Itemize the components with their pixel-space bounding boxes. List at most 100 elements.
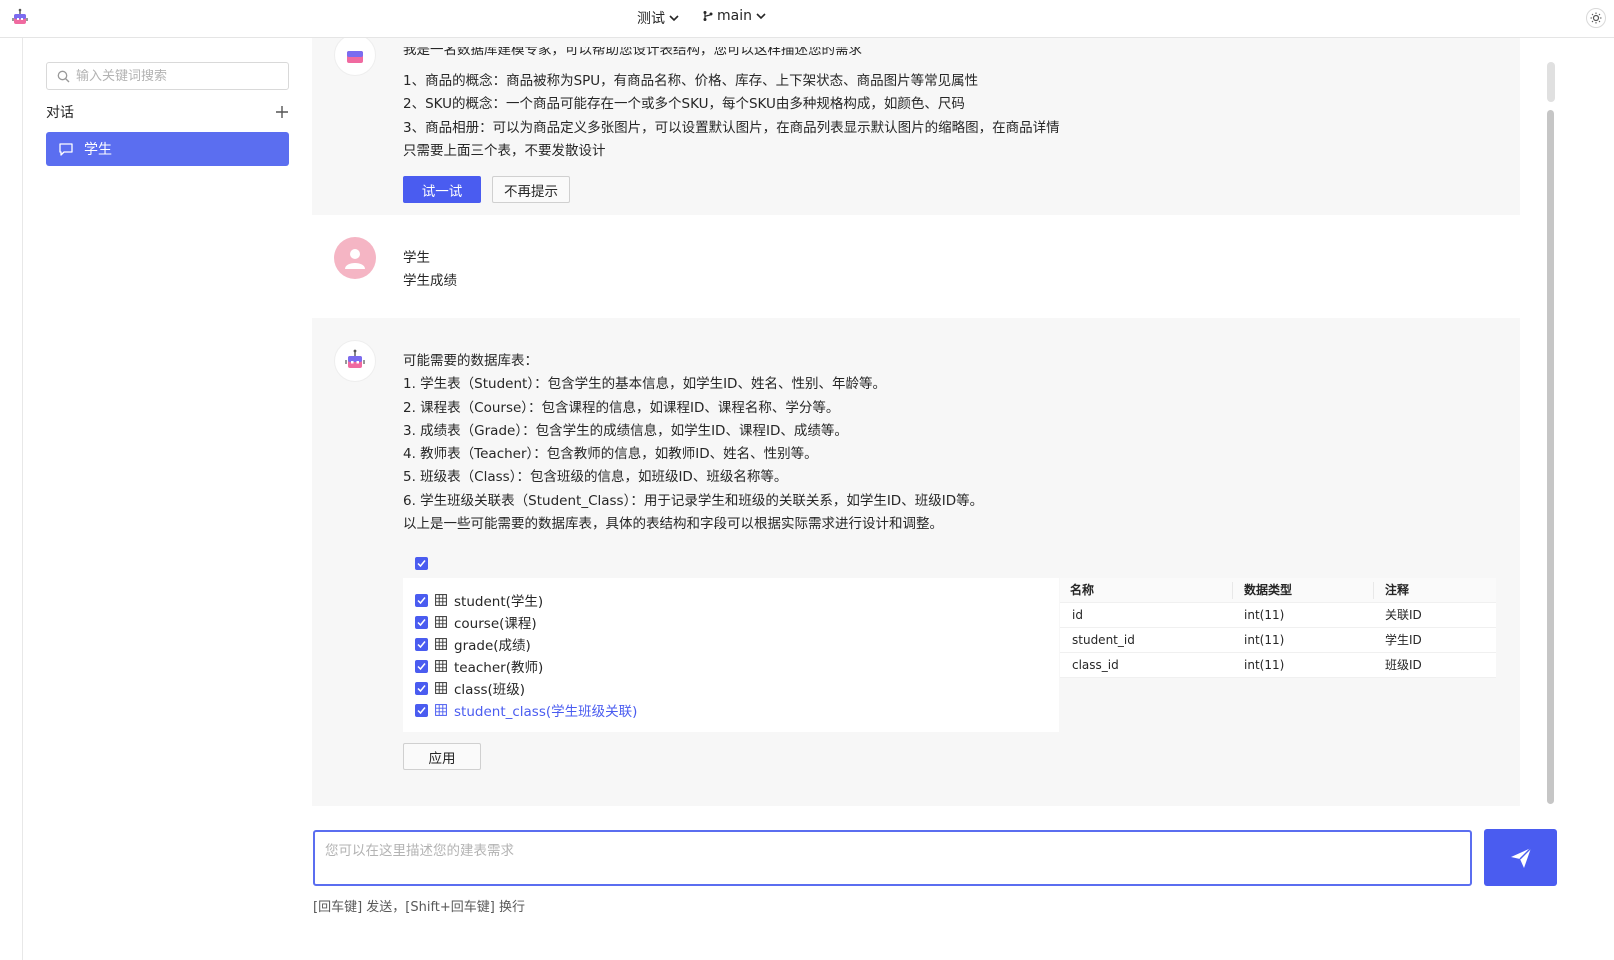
tree-item-label: course(课程) xyxy=(454,616,537,632)
tree-item-label: teacher(教师) xyxy=(454,660,544,676)
table-icon xyxy=(435,682,447,694)
try-button[interactable]: 试一试 xyxy=(403,176,481,203)
bot-intro-line: 只需要上面三个表，不要发散设计 xyxy=(403,142,606,159)
bot-avatar xyxy=(334,340,376,382)
bot-intro-line: 3、商品相册：可以为商品定义多张图片，可以设置默认图片，在商品列表显示默认图片的… xyxy=(403,119,1060,136)
check-icon xyxy=(417,618,426,626)
tree-item-grade[interactable]: grade(成绩) xyxy=(415,634,531,654)
column-header: 注释 xyxy=(1385,583,1410,597)
bot-avatar xyxy=(334,38,376,76)
bot-reply-line: 4. 教师表（Teacher）：包含教师的信息，如教师ID、姓名、性别等。 xyxy=(403,446,818,463)
table-cell: 班级ID xyxy=(1385,658,1422,672)
table-cell: id xyxy=(1072,608,1083,622)
bot-reply-line: 2. 课程表（Course）：包含课程的信息，如课程ID、课程名称、学分等。 xyxy=(403,399,840,416)
send-button[interactable] xyxy=(1484,829,1557,886)
bot-intro-line: 2、SKU的概念：一个商品可能存在一个或多个SKU，每个SKU由多种规格构成，如… xyxy=(403,96,965,113)
select-all-checkbox[interactable] xyxy=(415,557,428,570)
robot-logo-icon[interactable] xyxy=(10,8,30,28)
table-icon xyxy=(435,704,447,716)
search-icon xyxy=(57,70,70,82)
chat-scrollbar[interactable] xyxy=(1547,110,1554,804)
column-header: 名称 xyxy=(1070,583,1095,597)
top-bar: 测试 main xyxy=(0,0,1614,38)
robot-icon xyxy=(345,349,365,368)
tree-item-student-class[interactable]: student_class(学生班级关联) xyxy=(415,700,637,720)
row-divider xyxy=(1060,677,1496,678)
check-icon xyxy=(417,560,426,568)
table-icon xyxy=(435,638,447,650)
project-selector[interactable]: 测试 xyxy=(637,8,680,28)
tree-item-label: class(班级) xyxy=(454,682,526,698)
chevron-down-icon xyxy=(669,15,679,22)
theme-toggle-button[interactable] xyxy=(1586,8,1606,28)
table-checkbox[interactable] xyxy=(415,593,428,607)
table-checkbox[interactable] xyxy=(415,615,428,629)
branch-label: main xyxy=(717,8,752,24)
table-cell: int(11) xyxy=(1244,658,1285,672)
check-icon xyxy=(417,706,426,714)
bot-intro-text: 我是一名数据库建模专家，可以帮助您设计表结构，您可以这样描述您的需求 1、商品的… xyxy=(403,47,1060,163)
tree-item-student[interactable]: student(学生) xyxy=(415,590,543,610)
sidebar-divider xyxy=(22,38,23,960)
keyboard-hint: [回车键] 发送，[Shift+回车键] 换行 xyxy=(313,900,525,915)
bot-reply-line: 3. 成绩表（Grade）：包含学生的成绩信息，如学生ID、课程ID、成绩等。 xyxy=(403,422,848,439)
user-icon xyxy=(345,249,365,269)
table-cell: class_id xyxy=(1072,658,1119,672)
check-icon xyxy=(417,596,426,604)
message-input-box[interactable] xyxy=(313,830,1472,886)
tree-item-course[interactable]: course(课程) xyxy=(415,612,537,632)
add-conversation-button[interactable] xyxy=(275,102,289,122)
search-input[interactable] xyxy=(76,68,276,84)
user-message-line: 学生成绩 xyxy=(403,273,457,290)
tree-item-teacher[interactable]: teacher(教师) xyxy=(415,656,543,676)
user-message-text: 学生 学生成绩 xyxy=(403,247,457,294)
bot-reply-message: 可能需要的数据库表： 1. 学生表（Student）：包含学生的基本信息，如学生… xyxy=(312,318,1520,806)
project-label: 测试 xyxy=(637,11,665,27)
check-icon xyxy=(417,684,426,692)
bot-reply-text: 可能需要的数据库表： 1. 学生表（Student）：包含学生的基本信息，如学生… xyxy=(403,350,983,536)
chat-bubble-icon xyxy=(59,142,73,156)
bot-intro-message: 我是一名数据库建模专家，可以帮助您设计表结构，您可以这样描述您的需求 1、商品的… xyxy=(312,38,1520,215)
check-icon xyxy=(417,662,426,670)
robot-icon xyxy=(347,51,363,63)
check-icon xyxy=(417,640,426,648)
table-checkbox[interactable] xyxy=(415,681,428,695)
bot-intro-line: 1、商品的概念：商品被称为SPU，有商品名称、价格、库存、上下架状态、商品图片等… xyxy=(403,73,979,89)
sun-icon xyxy=(1590,12,1602,24)
table-checkbox[interactable] xyxy=(415,659,428,673)
table-checkbox[interactable] xyxy=(415,703,428,717)
user-message-line: 学生 xyxy=(403,250,430,266)
branch-icon xyxy=(703,11,713,21)
bot-reply-line: 可能需要的数据库表： xyxy=(403,353,538,369)
plus-icon xyxy=(276,106,288,118)
bot-intro-partial-line: 我是一名数据库建模专家，可以帮助您设计表结构，您可以这样描述您的需求 xyxy=(403,47,862,58)
table-cell: int(11) xyxy=(1244,633,1285,647)
fields-table: 名称 数据类型 注释 id int(11) 关联ID student_id in… xyxy=(1060,578,1496,678)
bot-reply-line: 6. 学生班级关联表（Student_Class）：用于记录学生和班级的关联关系… xyxy=(403,492,984,509)
table-icon xyxy=(435,660,447,672)
scrollbar-track-top xyxy=(1547,62,1555,102)
chat-area: 我是一名数据库建模专家，可以帮助您设计表结构，您可以这样描述您的需求 1、商品的… xyxy=(312,38,1520,806)
table-tree: student(学生) course(课程) grade(成绩) teacher… xyxy=(403,578,1059,732)
send-icon xyxy=(1510,846,1532,868)
table-cell: 学生ID xyxy=(1385,633,1422,647)
table-cell: int(11) xyxy=(1244,608,1285,622)
conversation-section-title: 对话 xyxy=(46,105,74,121)
table-icon xyxy=(435,616,447,628)
table-cell: student_id xyxy=(1072,633,1135,647)
bot-reply-line: 以上是一些可能需要的数据库表，具体的表结构和字段可以根据实际需求进行设计和调整。 xyxy=(403,516,943,533)
tree-item-class[interactable]: class(班级) xyxy=(415,678,525,698)
conversation-item[interactable]: 学生 xyxy=(46,132,289,166)
message-input[interactable] xyxy=(325,839,1460,877)
apply-button[interactable]: 应用 xyxy=(403,743,481,770)
bot-reply-line: 5. 班级表（Class）：包含班级的信息，如班级ID、班级名称等。 xyxy=(403,469,788,486)
branch-selector[interactable]: main xyxy=(702,8,767,24)
tree-item-label: grade(成绩) xyxy=(454,638,531,654)
dismiss-button[interactable]: 不再提示 xyxy=(492,176,570,203)
search-box[interactable] xyxy=(46,62,289,90)
table-checkbox[interactable] xyxy=(415,637,428,651)
user-avatar xyxy=(334,237,376,279)
table-cell: 关联ID xyxy=(1385,608,1422,622)
tree-item-label: student(学生) xyxy=(454,594,544,610)
conversation-header: 对话 xyxy=(46,102,289,122)
